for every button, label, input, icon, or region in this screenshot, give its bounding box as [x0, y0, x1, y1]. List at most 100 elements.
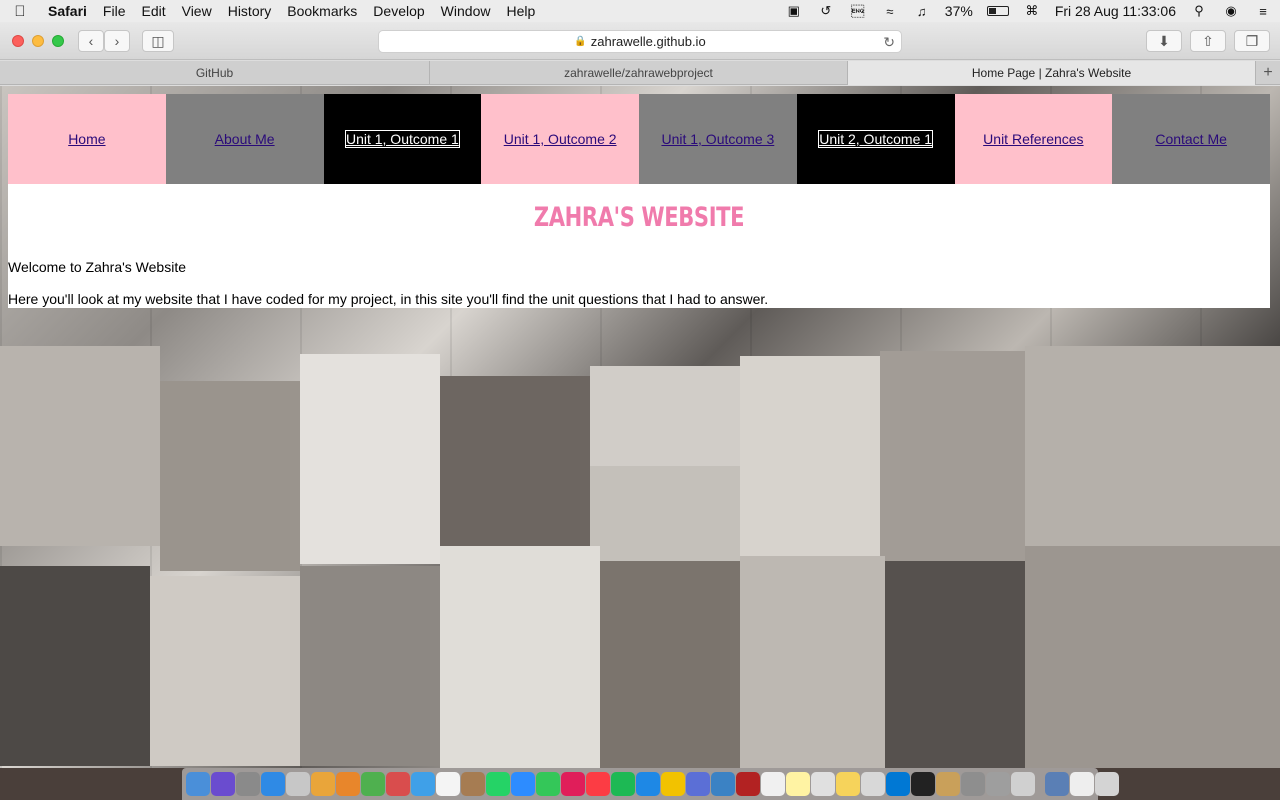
- menu-history[interactable]: History: [220, 3, 280, 19]
- menu-bar:  Safari File Edit View History Bookmark…: [0, 0, 1280, 22]
- menu-edit[interactable]: Edit: [133, 3, 173, 19]
- intro-text: Here you'll look at my website that I ha…: [8, 291, 769, 307]
- volume-icon[interactable]: ♫: [913, 3, 931, 19]
- system-preferences-icon[interactable]: [986, 772, 1010, 796]
- nav-link-home[interactable]: Home: [68, 131, 105, 147]
- preview-icon[interactable]: [286, 772, 310, 796]
- photo-booth-icon[interactable]: [386, 772, 410, 796]
- battery-icon[interactable]: [986, 6, 1009, 16]
- nav-link-unit-references[interactable]: Unit References: [983, 131, 1083, 147]
- nav-item-contact-me[interactable]: Contact Me: [1112, 94, 1270, 184]
- menu-bookmarks[interactable]: Bookmarks: [279, 3, 365, 19]
- share-icon: ⇧: [1202, 32, 1214, 49]
- launchpad-icon[interactable]: [236, 772, 260, 796]
- calendar-icon[interactable]: [436, 772, 460, 796]
- clock[interactable]: Fri 28 Aug 11:33:06: [1055, 3, 1176, 19]
- forward-button[interactable]: ›: [104, 30, 130, 52]
- page-content: ZAHRA'S WEBSITE Welcome to Zahra's Websi…: [8, 184, 1270, 308]
- minimize-window-button[interactable]: [32, 35, 44, 47]
- siri-icon[interactable]: ◉: [1222, 3, 1240, 19]
- menu-file[interactable]: File: [95, 3, 134, 19]
- nav-item-home[interactable]: Home: [8, 94, 166, 184]
- menu-develop[interactable]: Develop: [365, 3, 432, 19]
- downloads-button[interactable]: ⬇: [1146, 30, 1182, 52]
- documents-stack-icon[interactable]: [1070, 772, 1094, 796]
- nav-link-about-me[interactable]: About Me: [215, 131, 275, 147]
- chrome-icon[interactable]: [661, 772, 685, 796]
- nav-link-unit1-outcome3[interactable]: Unit 1, Outcome 3: [661, 131, 774, 147]
- tab-overview-button[interactable]: ❐: [1234, 30, 1270, 52]
- terminal-icon[interactable]: [911, 772, 935, 796]
- notes-icon[interactable]: [461, 772, 485, 796]
- zoom-window-button[interactable]: [52, 35, 64, 47]
- nav-item-unit-references[interactable]: Unit References: [954, 94, 1113, 184]
- safari-icon[interactable]: [636, 772, 660, 796]
- maps-icon[interactable]: [361, 772, 385, 796]
- spotify-icon[interactable]: [611, 772, 635, 796]
- sidebar-button[interactable]: ◫: [142, 30, 174, 52]
- nav-link-unit2-outcome1[interactable]: Unit 2, Outcome 1: [818, 130, 934, 148]
- menu-app-safari[interactable]: Safari: [40, 3, 95, 19]
- collage-photo: [440, 546, 600, 768]
- nav-link-unit1-outcome2[interactable]: Unit 1, Outcome 2: [504, 131, 617, 147]
- siri-icon[interactable]: [211, 772, 235, 796]
- photos-icon[interactable]: [311, 772, 335, 796]
- xcode-icon[interactable]: [686, 772, 710, 796]
- nav-item-unit1-outcome3[interactable]: Unit 1, Outcome 3: [639, 94, 797, 184]
- nav-link-contact-me[interactable]: Contact Me: [1155, 131, 1227, 147]
- address-bar[interactable]: 🔒 zahrawelle.github.io ↻: [378, 30, 902, 53]
- close-window-button[interactable]: [12, 35, 24, 47]
- nav-item-unit1-outcome1[interactable]: Unit 1, Outcome 1: [323, 94, 482, 184]
- disk-utility-icon[interactable]: [961, 772, 985, 796]
- textedit-icon[interactable]: [761, 772, 785, 796]
- nav-item-about-me[interactable]: About Me: [165, 94, 324, 184]
- nav-item-unit1-outcome2[interactable]: Unit 1, Outcome 2: [481, 94, 639, 184]
- pages-icon[interactable]: [811, 772, 835, 796]
- downloads-stack-icon[interactable]: [1045, 772, 1069, 796]
- tab-home-page[interactable]: Home Page | Zahra's Website: [848, 61, 1256, 85]
- web-page[interactable]: Home About Me Unit 1, Outcome 1 Unit 1, …: [0, 86, 1280, 768]
- menu-help[interactable]: Help: [498, 3, 543, 19]
- trash-icon[interactable]: [1095, 772, 1119, 796]
- stickies-icon[interactable]: [786, 772, 810, 796]
- facetime-icon[interactable]: [536, 772, 560, 796]
- automator-icon[interactable]: [936, 772, 960, 796]
- notes-app-icon[interactable]: [836, 772, 860, 796]
- wifi-icon[interactable]: ≈: [881, 3, 899, 19]
- collage-photo: [590, 466, 740, 561]
- time-machine-icon[interactable]: ↺: [817, 3, 835, 19]
- camera-icon[interactable]: ▣: [785, 3, 803, 19]
- nav-item-unit2-outcome1[interactable]: Unit 2, Outcome 1: [796, 94, 955, 184]
- bluetooth-icon[interactable]: : [849, 3, 867, 19]
- new-tab-button[interactable]: +: [1256, 61, 1280, 85]
- music-icon[interactable]: [586, 772, 610, 796]
- pencil-app-icon[interactable]: [1011, 772, 1035, 796]
- collage-photo: [740, 556, 885, 768]
- menu-view[interactable]: View: [174, 3, 220, 19]
- acrobat-icon[interactable]: [736, 772, 760, 796]
- back-button[interactable]: ‹: [78, 30, 104, 52]
- zoom-icon[interactable]: [511, 772, 535, 796]
- script-editor-icon[interactable]: [861, 772, 885, 796]
- vscode-icon[interactable]: [886, 772, 910, 796]
- input-source-icon[interactable]: ⌘: [1023, 3, 1041, 19]
- spotlight-search-icon[interactable]: ⚲: [1190, 3, 1208, 19]
- keynote-icon[interactable]: [711, 772, 735, 796]
- tab-repo[interactable]: zahrawelle/zahrawebproject: [430, 61, 848, 85]
- slack-icon[interactable]: [561, 772, 585, 796]
- collage-photo: [150, 576, 300, 766]
- lock-icon: 🔒: [574, 36, 587, 47]
- apple-icon[interactable]: : [0, 3, 40, 20]
- collage-photo: [0, 346, 160, 546]
- notification-center-icon[interactable]: ≡: [1254, 3, 1272, 19]
- nav-link-unit1-outcome1[interactable]: Unit 1, Outcome 1: [344, 130, 460, 148]
- share-button[interactable]: ⇧: [1190, 30, 1226, 52]
- tab-github[interactable]: GitHub: [0, 61, 430, 85]
- reload-icon[interactable]: ↻: [883, 34, 895, 51]
- finder-icon[interactable]: [186, 772, 210, 796]
- books-icon[interactable]: [336, 772, 360, 796]
- menu-window[interactable]: Window: [433, 3, 499, 19]
- app-store-icon[interactable]: [261, 772, 285, 796]
- messenger-icon[interactable]: [411, 772, 435, 796]
- whatsapp-icon[interactable]: [486, 772, 510, 796]
